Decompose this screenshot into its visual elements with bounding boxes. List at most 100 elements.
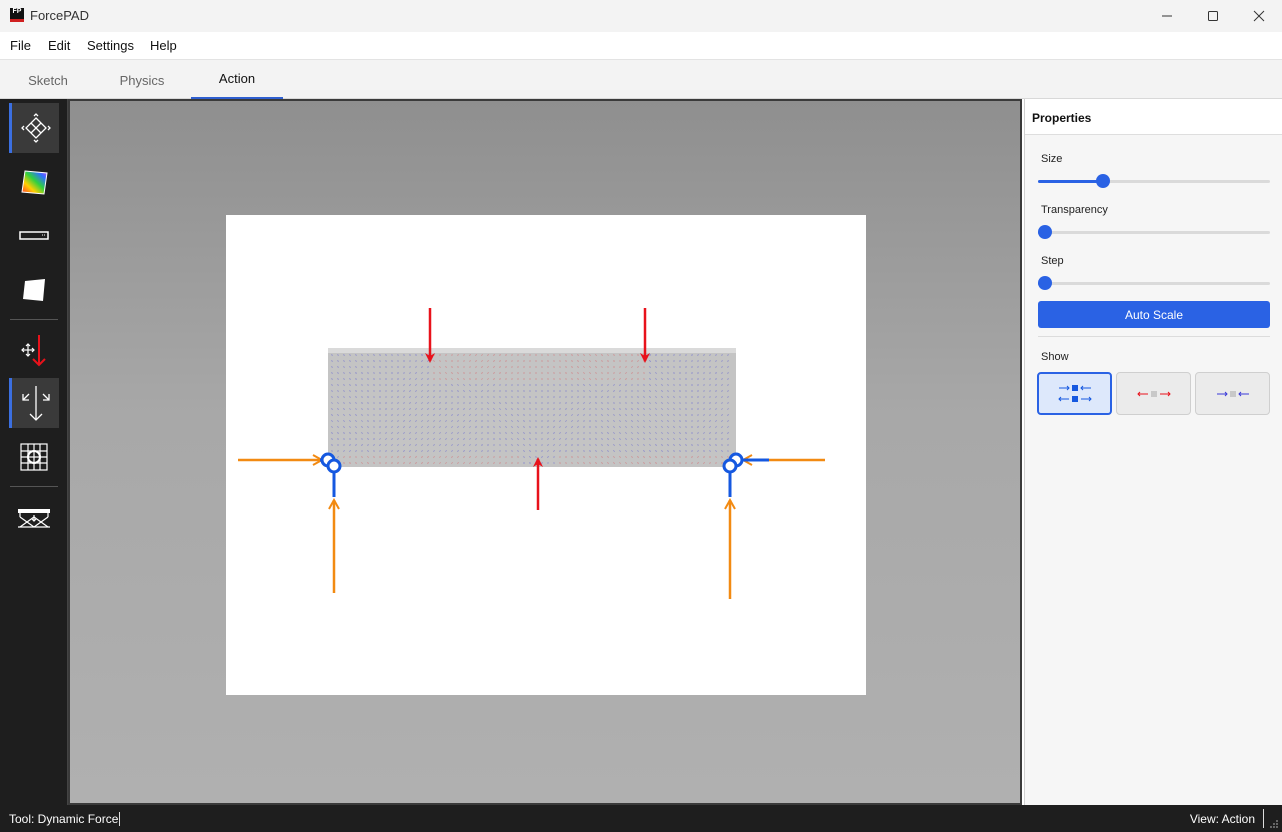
toolbox <box>0 99 68 805</box>
stress-vector <box>661 366 663 368</box>
transparency-slider[interactable] <box>1037 225 1270 239</box>
tension-icon <box>1136 390 1171 397</box>
stress-vector <box>607 360 609 362</box>
minimize-button[interactable] <box>1144 0 1190 32</box>
tool-beam-dimension[interactable] <box>9 211 59 261</box>
tool-move-view[interactable] <box>9 103 59 153</box>
stress-vector <box>679 420 681 422</box>
show-tension-button[interactable] <box>1116 372 1191 415</box>
beam-dimension-icon <box>19 231 49 240</box>
close-button[interactable] <box>1236 0 1282 32</box>
menu-bar: File Edit Settings Help <box>0 32 1282 59</box>
title-bar: FP ForcePAD <box>0 0 1282 32</box>
stress-vector <box>559 408 561 410</box>
support-left[interactable] <box>320 452 342 497</box>
show-all-forces-button[interactable] <box>1037 372 1112 415</box>
stress-vector <box>475 426 477 428</box>
properties-panel: Properties Size Transparency Step Auto S… <box>1024 99 1282 805</box>
color-gradient-icon <box>21 170 48 195</box>
size-label: Size <box>1041 153 1063 165</box>
stress-vector <box>673 390 675 392</box>
stress-vector <box>715 372 717 374</box>
tool-move-force[interactable] <box>9 325 59 375</box>
step-label: Step <box>1041 255 1064 267</box>
window-title: ForcePAD <box>30 8 89 23</box>
tab-sketch[interactable]: Sketch <box>2 60 94 100</box>
all-forces-icon <box>1057 384 1092 402</box>
size-slider[interactable] <box>1038 174 1270 188</box>
stress-vector <box>715 390 717 392</box>
menu-file[interactable]: File <box>10 38 31 53</box>
step-slider[interactable] <box>1037 276 1270 290</box>
menu-settings[interactable]: Settings <box>87 38 134 53</box>
tab-action[interactable]: Action <box>191 60 283 100</box>
stress-vector <box>397 396 399 398</box>
stress-vector <box>709 402 711 404</box>
transparency-slider-thumb[interactable] <box>1037 225 1052 239</box>
stress-vector <box>361 408 363 410</box>
step-slider-thumb[interactable] <box>1037 276 1052 290</box>
stress-vector <box>361 366 363 368</box>
beam-body <box>328 348 736 467</box>
status-view: View: Action <box>1189 812 1255 826</box>
force-diagram[interactable] <box>226 215 866 695</box>
stress-vector <box>355 378 357 380</box>
toolbox-separator <box>10 319 58 320</box>
stress-vector <box>631 378 633 380</box>
grid-target-icon <box>20 443 48 471</box>
close-icon <box>1253 10 1265 22</box>
size-slider-fill <box>1038 180 1103 183</box>
tool-color-gradient[interactable] <box>9 157 59 207</box>
tool-dynamic-force[interactable] <box>9 378 59 428</box>
move-force-icon <box>21 335 46 367</box>
tool-rotate-square[interactable] <box>9 265 59 315</box>
status-tool: Tool: Dynamic Force <box>9 812 121 826</box>
stress-vector <box>571 372 573 374</box>
stress-vector <box>505 438 507 440</box>
stress-vector <box>403 378 405 380</box>
show-label: Show <box>1041 351 1069 363</box>
minimize-icon <box>1162 15 1172 17</box>
stress-vector <box>379 354 381 356</box>
status-bar: Tool: Dynamic Force View: Action <box>0 805 1282 832</box>
resize-grip-icon[interactable] <box>1269 819 1279 829</box>
stress-vector <box>367 360 369 362</box>
dynamic-force-icon <box>21 386 50 421</box>
drawing-sheet[interactable] <box>226 215 866 695</box>
drawing-canvas[interactable] <box>68 99 1022 805</box>
structure-load-icon <box>18 509 50 528</box>
stress-vector <box>355 384 357 386</box>
stress-vector <box>517 408 519 410</box>
tab-physics[interactable]: Physics <box>96 60 188 100</box>
status-separator <box>1263 809 1264 828</box>
tool-structure-load[interactable] <box>9 492 59 542</box>
stress-vector <box>703 360 705 362</box>
maximize-button[interactable] <box>1190 0 1236 32</box>
compression-icon <box>1216 390 1249 397</box>
tab-bar: Sketch Physics Action <box>0 59 1282 100</box>
tool-grid-target[interactable] <box>9 432 59 482</box>
stress-vector <box>691 462 693 464</box>
support-right[interactable] <box>722 452 769 497</box>
stress-vector <box>697 426 699 428</box>
beam-top-edge <box>328 348 736 353</box>
properties-header: Properties <box>1025 99 1282 135</box>
maximize-icon <box>1208 11 1218 21</box>
stress-vector <box>397 462 399 464</box>
properties-title: Properties <box>1032 111 1092 125</box>
stress-vector <box>571 402 573 404</box>
stress-vector <box>427 378 429 380</box>
stress-vector <box>355 390 357 392</box>
auto-scale-button[interactable]: Auto Scale <box>1038 301 1270 328</box>
stress-vector <box>685 432 687 434</box>
menu-help[interactable]: Help <box>150 38 177 53</box>
move-view-icon <box>20 113 51 143</box>
show-compression-button[interactable] <box>1195 372 1270 415</box>
menu-edit[interactable]: Edit <box>48 38 70 53</box>
toolbox-separator <box>10 486 58 487</box>
size-slider-thumb[interactable] <box>1095 174 1110 188</box>
stress-vector <box>727 438 729 440</box>
stress-vector <box>355 372 357 374</box>
stress-vector <box>577 462 579 464</box>
rotate-square-icon <box>23 279 45 301</box>
